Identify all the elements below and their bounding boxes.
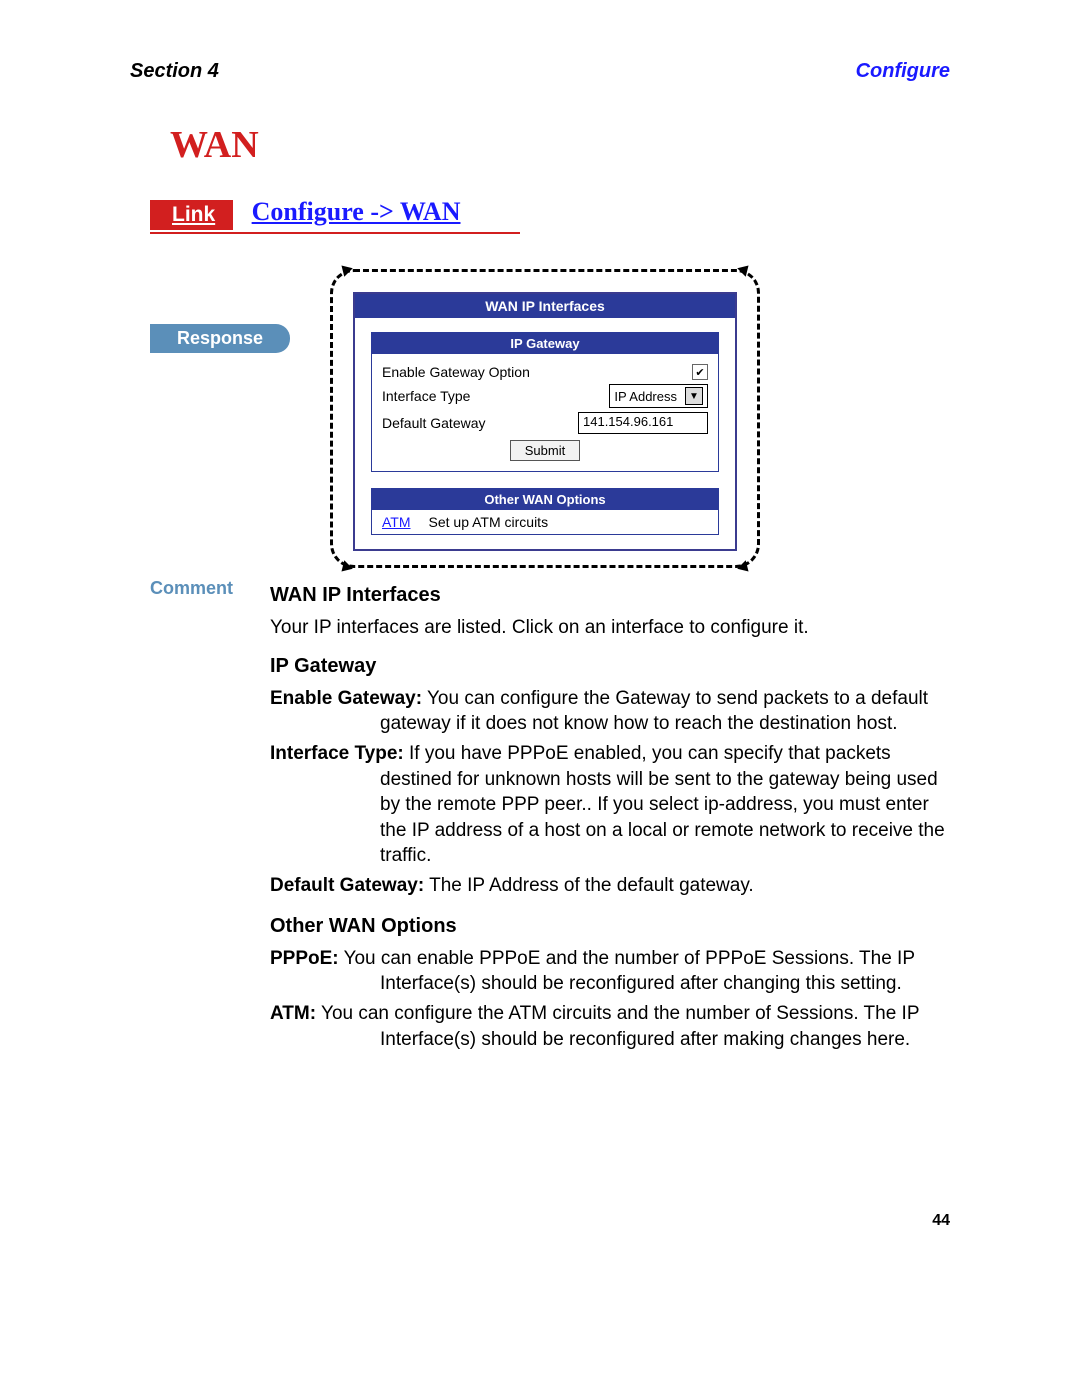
- term-interface-type: Interface Type: If you have PPPoE enable…: [270, 741, 950, 869]
- header-chapter: Configure: [856, 60, 950, 83]
- response-screenshot-frame: WAN IP Interfaces IP Gateway Enable Gate…: [330, 269, 760, 568]
- term-default-gateway: Default Gateway: The IP Address of the d…: [270, 873, 950, 899]
- interface-type-label: Interface Type: [382, 388, 470, 404]
- default-gateway-label: Default Gateway: [382, 415, 486, 431]
- chevron-down-icon: ▼: [685, 387, 703, 405]
- comment-label: Comment: [150, 578, 270, 599]
- heading-wan-ip: WAN IP Interfaces: [270, 582, 950, 609]
- response-label: Response: [150, 324, 290, 353]
- heading-ip-gateway: IP Gateway: [270, 653, 950, 680]
- link-badge: Link: [150, 200, 233, 230]
- term-atm: ATM: You can configure the ATM circuits …: [270, 1001, 950, 1052]
- atm-link[interactable]: ATM: [382, 514, 411, 530]
- breadcrumb-link[interactable]: Configure -> WAN: [252, 197, 461, 227]
- interface-type-value: IP Address: [614, 389, 677, 404]
- atm-link-desc: Set up ATM circuits: [429, 514, 549, 530]
- desc-wan-ip: Your IP interfaces are listed. Click on …: [270, 615, 950, 641]
- submit-button[interactable]: Submit: [510, 440, 580, 461]
- enable-gateway-checkbox[interactable]: ✔: [692, 364, 708, 380]
- page-title: WAN: [170, 123, 950, 167]
- term-pppoe: PPPoE: You can enable PPPoE and the numb…: [270, 946, 950, 997]
- ip-gateway-title: IP Gateway: [372, 333, 718, 354]
- header-section: Section 4: [130, 60, 219, 83]
- wan-panel: WAN IP Interfaces IP Gateway Enable Gate…: [353, 292, 737, 551]
- page-number: 44: [932, 1212, 950, 1230]
- enable-gateway-label: Enable Gateway Option: [382, 364, 530, 380]
- panel-title: WAN IP Interfaces: [355, 294, 735, 318]
- other-wan-title: Other WAN Options: [372, 489, 718, 510]
- heading-other-wan: Other WAN Options: [270, 913, 950, 940]
- term-enable-gateway: Enable Gateway: You can configure the Ga…: [270, 686, 950, 737]
- doc-body: WAN IP Interfaces Your IP interfaces are…: [270, 578, 950, 1056]
- interface-type-select[interactable]: IP Address ▼: [609, 384, 708, 408]
- default-gateway-input[interactable]: 141.154.96.161: [578, 412, 708, 434]
